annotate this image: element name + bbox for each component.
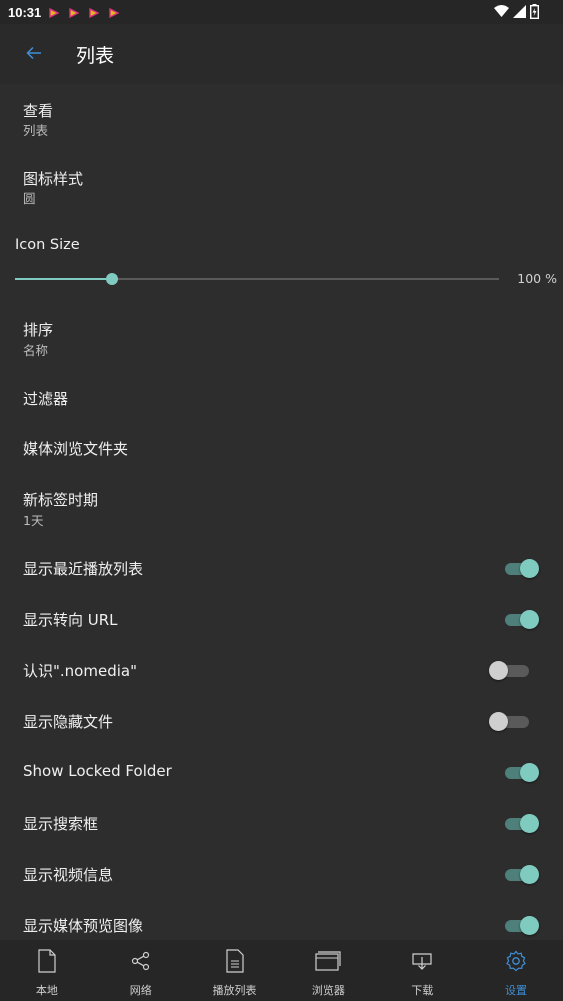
setting-toggle-label: 显示媒体预览图像 xyxy=(23,917,144,935)
battery-icon xyxy=(529,4,539,23)
setting-toggle-label: 显示隐藏文件 xyxy=(23,713,114,731)
toggle-switch[interactable] xyxy=(489,660,531,680)
browser-icon xyxy=(315,948,341,974)
setting-media-folder-label: 媒体浏览文件夹 xyxy=(23,440,129,458)
icon-size-value: 100 % xyxy=(517,271,557,286)
setting-filter[interactable]: 过滤器 xyxy=(0,378,563,428)
setting-view[interactable]: 查看 列表 xyxy=(0,84,563,152)
setting-toggle-row[interactable]: 显示搜索框 xyxy=(0,803,563,854)
notification-play-icon xyxy=(69,7,80,19)
settings-list: 查看 列表 图标样式 圆 Icon Size 100 % 排序 名称 过滤器 媒… xyxy=(0,84,563,940)
nav-label: 播放列表 xyxy=(212,984,257,997)
status-bar: 10:31 xyxy=(0,0,563,24)
setting-toggle-row[interactable]: 显示隐藏文件 xyxy=(0,701,563,752)
setting-icon-style-label: 图标样式 xyxy=(23,170,84,188)
status-time: 10:31 xyxy=(8,4,42,20)
nav-label: 设置 xyxy=(505,984,528,997)
nav-label: 浏览器 xyxy=(311,984,345,997)
share-icon xyxy=(128,948,154,974)
toggle-thumb xyxy=(489,661,508,680)
setting-toggle-row[interactable]: 显示最近播放列表 xyxy=(0,548,563,599)
setting-toggle-row[interactable]: Show Locked Folder xyxy=(0,752,563,803)
nav-label: 本地 xyxy=(35,984,58,997)
toggle-thumb xyxy=(520,916,539,935)
setting-view-value: 列表 xyxy=(23,123,49,138)
setting-toggle-row[interactable]: 显示媒体预览图像 xyxy=(0,905,563,940)
nav-item-playlist[interactable]: 播放列表 xyxy=(188,940,282,1001)
setting-icon-size-label: Icon Size xyxy=(15,237,80,253)
notification-play-icon xyxy=(49,7,60,19)
nav-item-network[interactable]: 网络 xyxy=(94,940,188,1001)
toggle-switch[interactable] xyxy=(503,813,539,833)
setting-icon-style-value: 圆 xyxy=(23,191,36,206)
setting-toggle-label: Show Locked Folder xyxy=(23,762,172,780)
back-button[interactable] xyxy=(6,26,62,82)
toggle-switch[interactable] xyxy=(503,762,539,782)
setting-toggle-row[interactable]: 显示转向 URL xyxy=(0,599,563,650)
toggle-switch[interactable] xyxy=(503,609,539,629)
app-bar: 列表 xyxy=(0,24,563,84)
setting-sort-label: 排序 xyxy=(23,321,54,339)
setting-icon-size: Icon Size 100 % xyxy=(0,220,563,306)
toggle-switch[interactable] xyxy=(489,711,531,731)
setting-sort[interactable]: 排序 名称 xyxy=(0,306,563,378)
nav-label: 下载 xyxy=(411,984,434,997)
wifi-icon xyxy=(494,5,509,22)
icon-size-slider-thumb[interactable] xyxy=(105,273,118,285)
setting-media-folder[interactable]: 媒体浏览文件夹 xyxy=(0,428,563,480)
setting-toggle-row[interactable]: 认识".nomedia" xyxy=(0,650,563,701)
file-icon xyxy=(34,948,60,974)
download-icon xyxy=(409,948,435,974)
setting-toggle-label: 显示转向 URL xyxy=(23,611,118,629)
setting-toggle-label: 显示搜索框 xyxy=(23,815,99,833)
arrow-left-icon xyxy=(26,45,42,64)
playlist-icon xyxy=(222,948,248,974)
gear-icon xyxy=(503,948,529,974)
setting-new-tab-period-label: 新标签时期 xyxy=(23,491,99,509)
nav-item-settings[interactable]: 设置 xyxy=(469,940,563,1001)
toggle-switch[interactable] xyxy=(503,915,539,935)
toggle-thumb xyxy=(520,610,539,629)
setting-toggle-label: 显示视频信息 xyxy=(23,866,114,884)
toggle-thumb xyxy=(520,559,539,578)
icon-size-slider[interactable] xyxy=(15,273,499,285)
nav-item-browser[interactable]: 浏览器 xyxy=(281,940,375,1001)
notification-play-icon xyxy=(109,7,120,19)
notification-play-icon xyxy=(89,7,100,19)
setting-icon-style[interactable]: 图标样式 圆 xyxy=(0,152,563,220)
setting-view-label: 查看 xyxy=(23,102,54,120)
toggle-thumb xyxy=(520,763,539,782)
toggle-thumb xyxy=(520,814,539,833)
setting-toggle-label: 认识".nomedia" xyxy=(23,662,137,680)
nav-item-local[interactable]: 本地 xyxy=(0,940,94,1001)
setting-new-tab-period-value: 1天 xyxy=(23,513,44,528)
setting-new-tab-period[interactable]: 新标签时期 1天 xyxy=(0,480,563,548)
nav-item-download[interactable]: 下载 xyxy=(375,940,469,1001)
toggle-thumb xyxy=(489,712,508,731)
nav-label: 网络 xyxy=(129,984,152,997)
status-indicators xyxy=(494,4,539,23)
toggle-switch[interactable] xyxy=(503,864,539,884)
setting-filter-label: 过滤器 xyxy=(23,390,69,408)
toggle-switch[interactable] xyxy=(503,558,539,578)
page-title: 列表 xyxy=(76,44,115,67)
setting-sort-value: 名称 xyxy=(23,343,49,358)
setting-toggle-row[interactable]: 显示视频信息 xyxy=(0,854,563,905)
signal-icon xyxy=(513,5,526,22)
icon-size-slider-fill xyxy=(15,278,112,280)
setting-toggle-label: 显示最近播放列表 xyxy=(23,560,144,578)
toggle-thumb xyxy=(520,865,539,884)
bottom-navigation: 本地 网络 播放列表 浏览器 下载 设置 xyxy=(0,940,563,1001)
